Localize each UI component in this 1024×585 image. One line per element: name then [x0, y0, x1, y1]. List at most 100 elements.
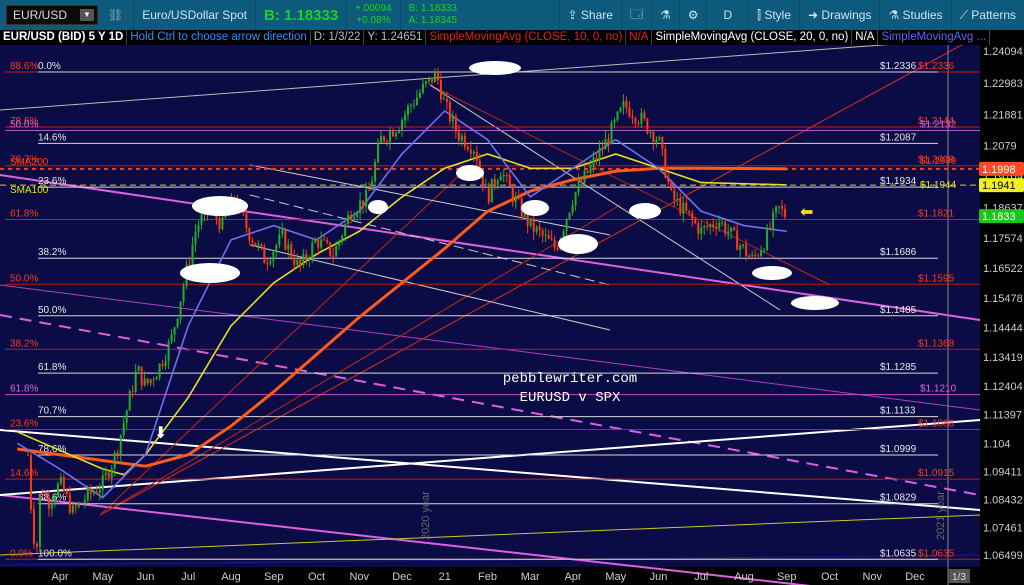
candle: [538, 226, 541, 231]
candle: [368, 189, 371, 191]
highlight-ellipse[interactable]: [629, 203, 661, 219]
fib-magenta-right-label: $1.2132: [920, 119, 957, 130]
candle: [266, 263, 269, 265]
candle: [191, 244, 194, 265]
candle: [80, 502, 83, 504]
candle: [164, 361, 167, 366]
candle: [107, 472, 110, 479]
time-tick-label: Jul: [181, 571, 195, 583]
studies-label: Studies: [902, 8, 943, 22]
candle: [754, 254, 757, 256]
price-chart[interactable]: 88.6% $1.233678.6% $1.214470.7% $1.200961.8…: [0, 45, 1024, 585]
candle: [353, 216, 356, 220]
highlight-ellipse[interactable]: [469, 61, 521, 75]
candle: [218, 218, 221, 230]
candle: [137, 366, 140, 372]
fib-white-right-label: $1.1485: [880, 305, 917, 316]
drawings-button[interactable]: ➜ Drawings: [799, 0, 879, 30]
candle: [281, 229, 284, 235]
studies-button[interactable]: ⚗ Studies: [879, 0, 950, 30]
down-arrow-icon: ⬇: [154, 425, 167, 442]
highlight-ellipse[interactable]: [791, 296, 839, 310]
candle: [221, 217, 224, 230]
candle: [161, 363, 164, 366]
chart-title: EUR/USD (BID) 5 Y 1D: [0, 30, 128, 45]
highlight-ellipse[interactable]: [752, 266, 792, 280]
study-sma10[interactable]: SimpleMovingAvg (CLOSE, 10, 0, no): [426, 30, 627, 45]
time-tick-label: Oct: [821, 571, 838, 583]
price-badge-value: 1.1998: [982, 164, 1016, 176]
candle: [32, 509, 35, 544]
candle: [251, 240, 254, 243]
fib-white-right-label: $1.1686: [880, 247, 917, 258]
sma100-label: SMA100: [10, 185, 49, 196]
time-tick-label: May: [605, 571, 626, 583]
highlight-ellipse[interactable]: [368, 200, 388, 214]
price-tick-label: 1.14444: [983, 322, 1023, 334]
highlight-ellipse[interactable]: [192, 196, 248, 216]
time-tick-label: Sep: [264, 571, 284, 583]
candle: [745, 244, 748, 257]
gear-icon: ⚙: [687, 8, 699, 22]
candle: [62, 476, 65, 492]
candle: [475, 151, 478, 161]
flask-button[interactable]: ⚗: [650, 0, 679, 30]
change-value: +.00094: [355, 3, 392, 14]
candle: [92, 491, 95, 494]
candle: [74, 505, 77, 507]
time-tick-label: Nov: [349, 571, 369, 583]
share-button[interactable]: ⇪ Share: [558, 0, 621, 30]
candle: [359, 200, 362, 213]
candle: [143, 378, 146, 386]
candle: [398, 129, 401, 133]
candle: [484, 184, 487, 186]
fib-red-right-label: $1.0635: [918, 548, 955, 559]
candle: [59, 476, 62, 484]
change-percent: +0.08%: [356, 15, 391, 26]
candle: [778, 206, 781, 208]
candle: [412, 104, 415, 106]
candle: [499, 176, 502, 181]
candle: [697, 223, 700, 234]
candle: [604, 138, 607, 150]
settings-button[interactable]: ⚙: [678, 0, 707, 30]
candle: [95, 491, 98, 493]
time-tick-label: Dec: [392, 571, 412, 583]
candle: [673, 189, 676, 201]
period-button[interactable]: D: [706, 0, 748, 30]
fib-white-left-label: 0.0%: [38, 61, 61, 72]
candle: [415, 97, 418, 105]
candle: [646, 118, 649, 134]
candle: [556, 247, 559, 250]
style-button[interactable]: ⫿ Style: [748, 0, 799, 30]
highlight-ellipse[interactable]: [521, 200, 549, 216]
candle: [685, 202, 688, 211]
highlight-ellipse[interactable]: [456, 165, 484, 181]
study-sma20[interactable]: SimpleMovingAvg (CLOSE, 20, 0, no): [652, 30, 853, 45]
price-tick-label: 1.15478: [983, 293, 1023, 305]
fib-white-left-label: 50.0%: [38, 305, 66, 316]
link-icon[interactable]: ⛓: [108, 8, 123, 22]
patterns-label: Patterns: [971, 8, 1016, 22]
candle: [658, 137, 661, 140]
hint-text: Hold Ctrl to choose arrow direction: [127, 30, 311, 45]
candle: [589, 165, 592, 173]
candle: [643, 112, 646, 119]
candle: [688, 210, 691, 213]
study-more[interactable]: SimpleMovingAvg ...: [878, 30, 991, 45]
candle: [439, 80, 442, 100]
patterns-button[interactable]: ⟋ Patterns: [950, 0, 1024, 30]
candle: [583, 170, 586, 183]
candle: [110, 468, 113, 479]
chevron-down-icon[interactable]: ▼: [80, 9, 94, 21]
symbol-selector[interactable]: EUR/USD ▼: [6, 5, 98, 25]
candle: [760, 250, 763, 256]
fib-white-right-label: $1.0829: [880, 493, 917, 504]
alert-button[interactable]: 🗔: [620, 0, 651, 30]
time-tick-label: Feb: [478, 571, 497, 583]
candle: [667, 177, 670, 183]
candle: [317, 240, 320, 248]
highlight-ellipse[interactable]: [180, 263, 240, 283]
highlight-ellipse[interactable]: [558, 234, 598, 254]
candle: [335, 245, 338, 257]
